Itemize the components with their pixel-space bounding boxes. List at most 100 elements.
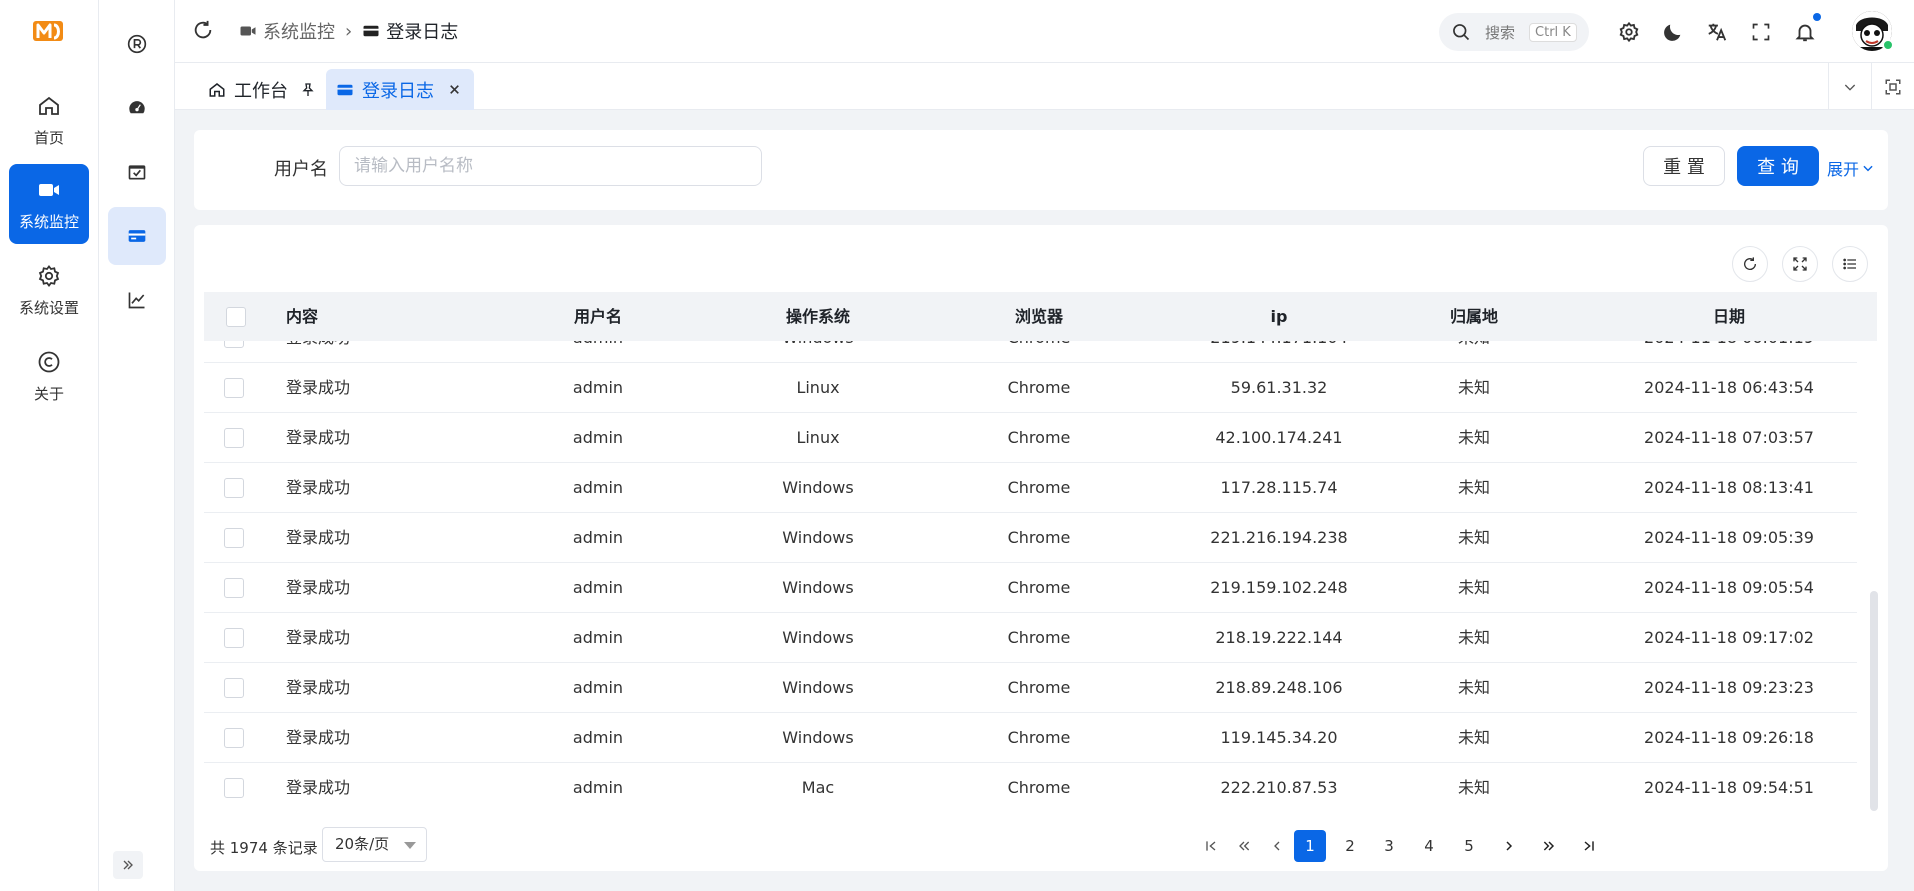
column-header[interactable]: 浏览器 <box>964 292 1114 341</box>
breadcrumb-item-current: 登录日志 <box>362 18 458 44</box>
column-header[interactable]: 归属地 <box>1404 292 1544 341</box>
breadcrumb-item[interactable]: 系统监控 <box>239 18 335 44</box>
tabs-bar: 工作台 登录日志 <box>175 63 1914 110</box>
app-logo[interactable] <box>33 18 63 44</box>
select-all-checkbox[interactable] <box>226 307 246 327</box>
expand-toggle[interactable]: 展开 <box>1827 156 1875 180</box>
table-body[interactable]: 登录成功adminWindowsChrome219.144.171.104未知2… <box>204 341 1877 811</box>
tab-maximize-button[interactable] <box>1871 63 1913 110</box>
close-icon[interactable] <box>448 82 464 98</box>
prev-group-button[interactable] <box>1228 830 1260 862</box>
tab-login-log[interactable]: 登录日志 <box>326 69 474 110</box>
rail-item-system-monitor[interactable]: 系统监控 <box>9 164 89 244</box>
chevron-down-icon <box>1863 165 1873 172</box>
row-checkbox[interactable] <box>224 728 244 748</box>
tabs-dropdown-button[interactable] <box>1828 63 1870 110</box>
table-row[interactable]: 登录成功 admin Windows Chrome 218.89.248.106 未知 20… <box>204 663 1857 713</box>
row-checkbox[interactable] <box>224 578 244 598</box>
row-checkbox[interactable] <box>224 778 244 798</box>
table-cell: Windows <box>782 728 854 747</box>
sub-item-chart[interactable] <box>108 271 166 329</box>
page-3[interactable]: 3 <box>1373 830 1405 862</box>
table-cell: 登录成功 <box>286 528 351 547</box>
username-input[interactable] <box>339 146 762 186</box>
row-checkbox[interactable] <box>224 478 244 498</box>
table-cell: 未知 <box>1457 778 1490 797</box>
table-row[interactable]: 登录成功 admin Windows Chrome 219.159.102.248 未知 2… <box>204 563 1857 613</box>
table-row[interactable]: 登录成功 admin Mac Chrome 222.210.87.53 未知 2024-11… <box>204 763 1857 811</box>
prev-page-button[interactable] <box>1261 830 1293 862</box>
username-label: 用户名 <box>274 159 328 180</box>
collapse-sidebar-button[interactable] <box>113 851 143 879</box>
notifications-button[interactable] <box>1792 19 1818 45</box>
page-5[interactable]: 5 <box>1453 830 1485 862</box>
reset-button[interactable]: 重 置 <box>1643 146 1725 186</box>
notification-badge <box>1813 13 1821 21</box>
column-header[interactable]: 内容 <box>286 292 406 341</box>
last-page-button[interactable] <box>1573 830 1605 862</box>
sub-item-calendar[interactable] <box>108 143 166 201</box>
row-checkbox[interactable] <box>224 428 244 448</box>
sub-item-login-log[interactable] <box>108 207 166 265</box>
search-label: 搜索 <box>1485 23 1516 42</box>
table-header: 内容 用户名 操作系统 浏览器 ip 归属地 日期 <box>204 292 1877 341</box>
table-cell: 登录成功 <box>286 778 351 797</box>
table-row[interactable]: 登录成功 admin Windows Chrome 219.144.171.104未知 2… <box>204 341 1857 363</box>
table-cell: 2024-11-18 07:03:57 <box>1644 428 1814 447</box>
page-size-value: 20条/页 <box>335 835 390 853</box>
breadcrumb: 系统监控 › 登录日志 <box>239 18 458 44</box>
row-checkbox[interactable] <box>224 528 244 548</box>
table-refresh-button[interactable] <box>1732 246 1768 282</box>
pin-icon[interactable] <box>300 82 316 98</box>
tab-workbench[interactable]: 工作台 <box>198 69 326 110</box>
table-row[interactable]: 登录成功 admin Windows Chrome 221.216.194.238 未知 2… <box>204 513 1857 563</box>
fullscreen-button[interactable] <box>1748 19 1774 45</box>
first-page-button[interactable] <box>1195 830 1227 862</box>
row-checkbox[interactable] <box>224 628 244 648</box>
next-group-button[interactable] <box>1533 830 1565 862</box>
table-row[interactable]: 登录成功 admin Windows Chrome 117.28.115.74 未知 202… <box>204 463 1857 513</box>
table-cell: 登录成功 <box>286 628 351 647</box>
row-checkbox[interactable] <box>224 341 244 348</box>
row-checkbox[interactable] <box>224 678 244 698</box>
table-row[interactable]: 登录成功 admin Windows Chrome 119.145.34.20 未知 202… <box>204 713 1857 763</box>
dark-mode-toggle[interactable] <box>1660 19 1686 45</box>
search-button[interactable]: 搜索 Ctrl K <box>1439 13 1589 51</box>
first-page-icon <box>1206 841 1216 851</box>
table-cell: Chrome <box>1007 428 1071 447</box>
table-cell: 2024-11-18 06:43:54 <box>1644 378 1814 397</box>
settings-button[interactable] <box>1616 19 1642 45</box>
table-scrollbar[interactable] <box>1870 591 1878 811</box>
refresh-button[interactable] <box>192 19 216 43</box>
page-1[interactable]: 1 <box>1294 830 1326 862</box>
column-header[interactable]: 日期 <box>1624 292 1834 341</box>
page-2[interactable]: 2 <box>1334 830 1366 862</box>
next-page-button[interactable] <box>1493 830 1525 862</box>
moon-icon <box>1664 24 1681 41</box>
tab-label: 登录日志 <box>362 80 434 102</box>
table-row[interactable]: 登录成功 admin Linux Chrome 42.100.174.241 未知 2024… <box>204 413 1857 463</box>
table-cell: 2024-11-18 09:17:02 <box>1644 628 1814 647</box>
sub-item-registered[interactable] <box>108 15 166 73</box>
query-button[interactable]: 查 询 <box>1737 146 1819 186</box>
column-settings-button[interactable] <box>1832 246 1868 282</box>
page-size-select[interactable]: 20条/页 <box>322 827 427 862</box>
sub-item-dashboard[interactable] <box>108 79 166 137</box>
table-cell: 2024-11-18 08:13:41 <box>1644 478 1814 497</box>
table-row[interactable]: 登录成功 admin Linux Chrome 59.61.31.32 未知 2024-11… <box>204 363 1857 413</box>
table-fullscreen-button[interactable] <box>1782 246 1818 282</box>
maximize-icon <box>1885 79 1900 94</box>
column-header[interactable]: 操作系统 <box>754 292 882 341</box>
rail-item-home[interactable]: 首页 <box>9 80 89 160</box>
table-cell: 未知 <box>1457 378 1490 397</box>
table-cell: 2024-11-18 09:54:51 <box>1644 778 1814 797</box>
table-cell: Windows <box>782 628 854 647</box>
row-checkbox[interactable] <box>224 378 244 398</box>
table-row[interactable]: 登录成功 admin Windows Chrome 218.19.222.144 未知 20… <box>204 613 1857 663</box>
rail-item-system-settings[interactable]: 系统设置 <box>9 250 89 330</box>
language-button[interactable] <box>1704 19 1730 45</box>
rail-item-about[interactable]: 关于 <box>9 336 89 416</box>
column-header[interactable]: 用户名 <box>534 292 662 341</box>
column-header[interactable]: ip <box>1159 292 1399 341</box>
page-4[interactable]: 4 <box>1413 830 1445 862</box>
